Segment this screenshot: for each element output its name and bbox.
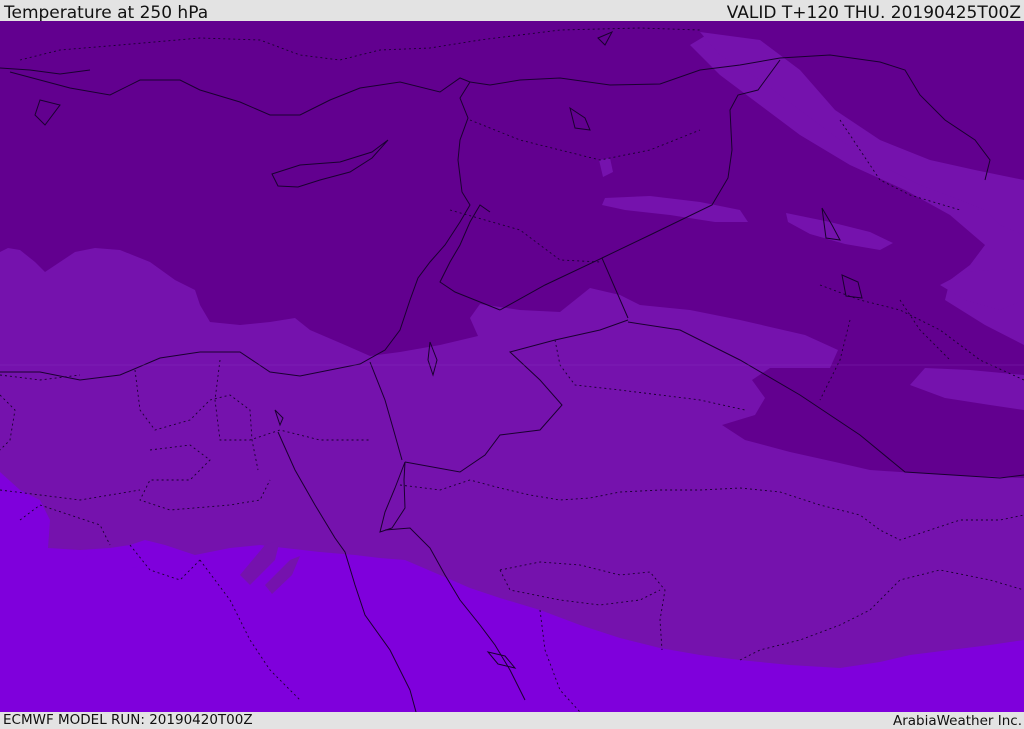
credit-label: ArabiaWeather Inc. xyxy=(892,713,1022,729)
map-title: Temperature at 250 hPa xyxy=(4,3,209,23)
map-area[interactable] xyxy=(0,21,1024,712)
footer-bar: ECMWF MODEL RUN: 20190420T00Z ArabiaWeat… xyxy=(0,712,1024,729)
header-bar: Temperature at 250 hPa VALID T+120 THU. … xyxy=(0,0,1024,23)
model-run-label: ECMWF MODEL RUN: 20190420T00Z xyxy=(3,712,253,728)
temperature-map xyxy=(0,21,1024,712)
valid-time: VALID T+120 THU. 20190425T00Z xyxy=(726,3,1021,23)
